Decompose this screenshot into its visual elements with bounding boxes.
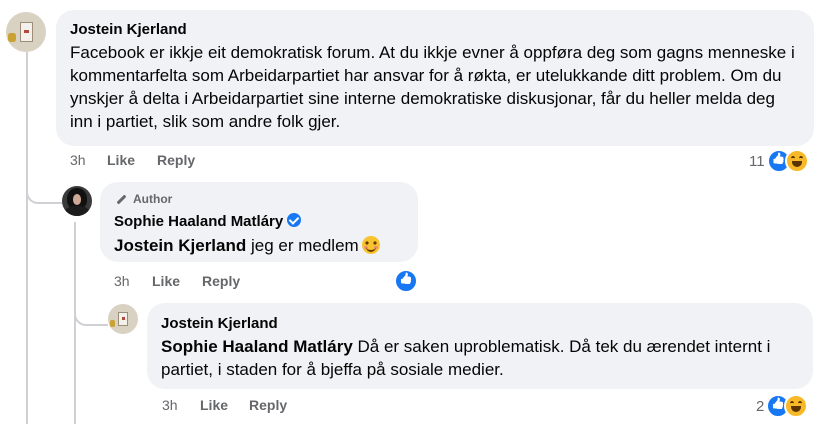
comment-time[interactable]: 3h — [114, 273, 130, 289]
avatar[interactable] — [62, 186, 92, 216]
comment-bubble: Jostein Kjerland Facebook er ikkje eit d… — [56, 10, 814, 146]
haha-reaction-icon — [784, 394, 809, 418]
comment-time[interactable]: 3h — [162, 397, 178, 413]
reaction-summary[interactable]: 11 — [749, 149, 809, 173]
avatar[interactable] — [108, 304, 138, 334]
comment-text: Facebook er ikkje eit demokratisk forum.… — [70, 43, 795, 131]
author-badge-label: Author — [133, 192, 173, 206]
comment-time[interactable]: 3h — [70, 152, 86, 168]
reply-button[interactable]: Reply — [157, 152, 195, 168]
verified-badge-icon — [287, 213, 302, 227]
thread-line — [74, 222, 76, 424]
thread-connector — [26, 178, 62, 204]
like-button[interactable]: Like — [107, 152, 135, 168]
thread-connector — [74, 300, 108, 326]
reaction-count: 11 — [749, 152, 765, 170]
reply-bubble: Author Sophie Haaland Matláry Jostein Kj… — [100, 182, 418, 262]
author-badge: Author — [114, 191, 404, 207]
mention-link[interactable]: Sophie Haaland Matláry — [161, 337, 353, 356]
haha-reaction-icon — [784, 149, 809, 173]
comment-author[interactable]: Sophie Haaland Matláry — [114, 213, 283, 230]
reaction-summary[interactable]: 2 — [756, 394, 809, 418]
like-button[interactable]: Like — [200, 397, 228, 413]
reaction-count: 2 — [756, 397, 765, 415]
like-reaction-icon — [394, 269, 418, 293]
comment-text: jeg er medlem — [246, 236, 359, 255]
reply-button[interactable]: Reply — [202, 273, 240, 289]
comment-author[interactable]: Jostein Kjerland — [70, 20, 800, 40]
pen-icon — [114, 192, 128, 206]
reaction-summary[interactable] — [394, 269, 418, 293]
thread-line — [26, 52, 28, 424]
like-button[interactable]: Like — [152, 273, 180, 289]
comment-author[interactable]: Jostein Kjerland — [161, 314, 799, 334]
smiling-face-emoji-icon — [361, 236, 380, 254]
mention-link[interactable]: Jostein Kjerland — [114, 236, 246, 255]
avatar[interactable] — [6, 12, 46, 52]
reply-button[interactable]: Reply — [249, 397, 287, 413]
reply-bubble: Jostein Kjerland Sophie Haaland Matláry … — [147, 303, 813, 389]
